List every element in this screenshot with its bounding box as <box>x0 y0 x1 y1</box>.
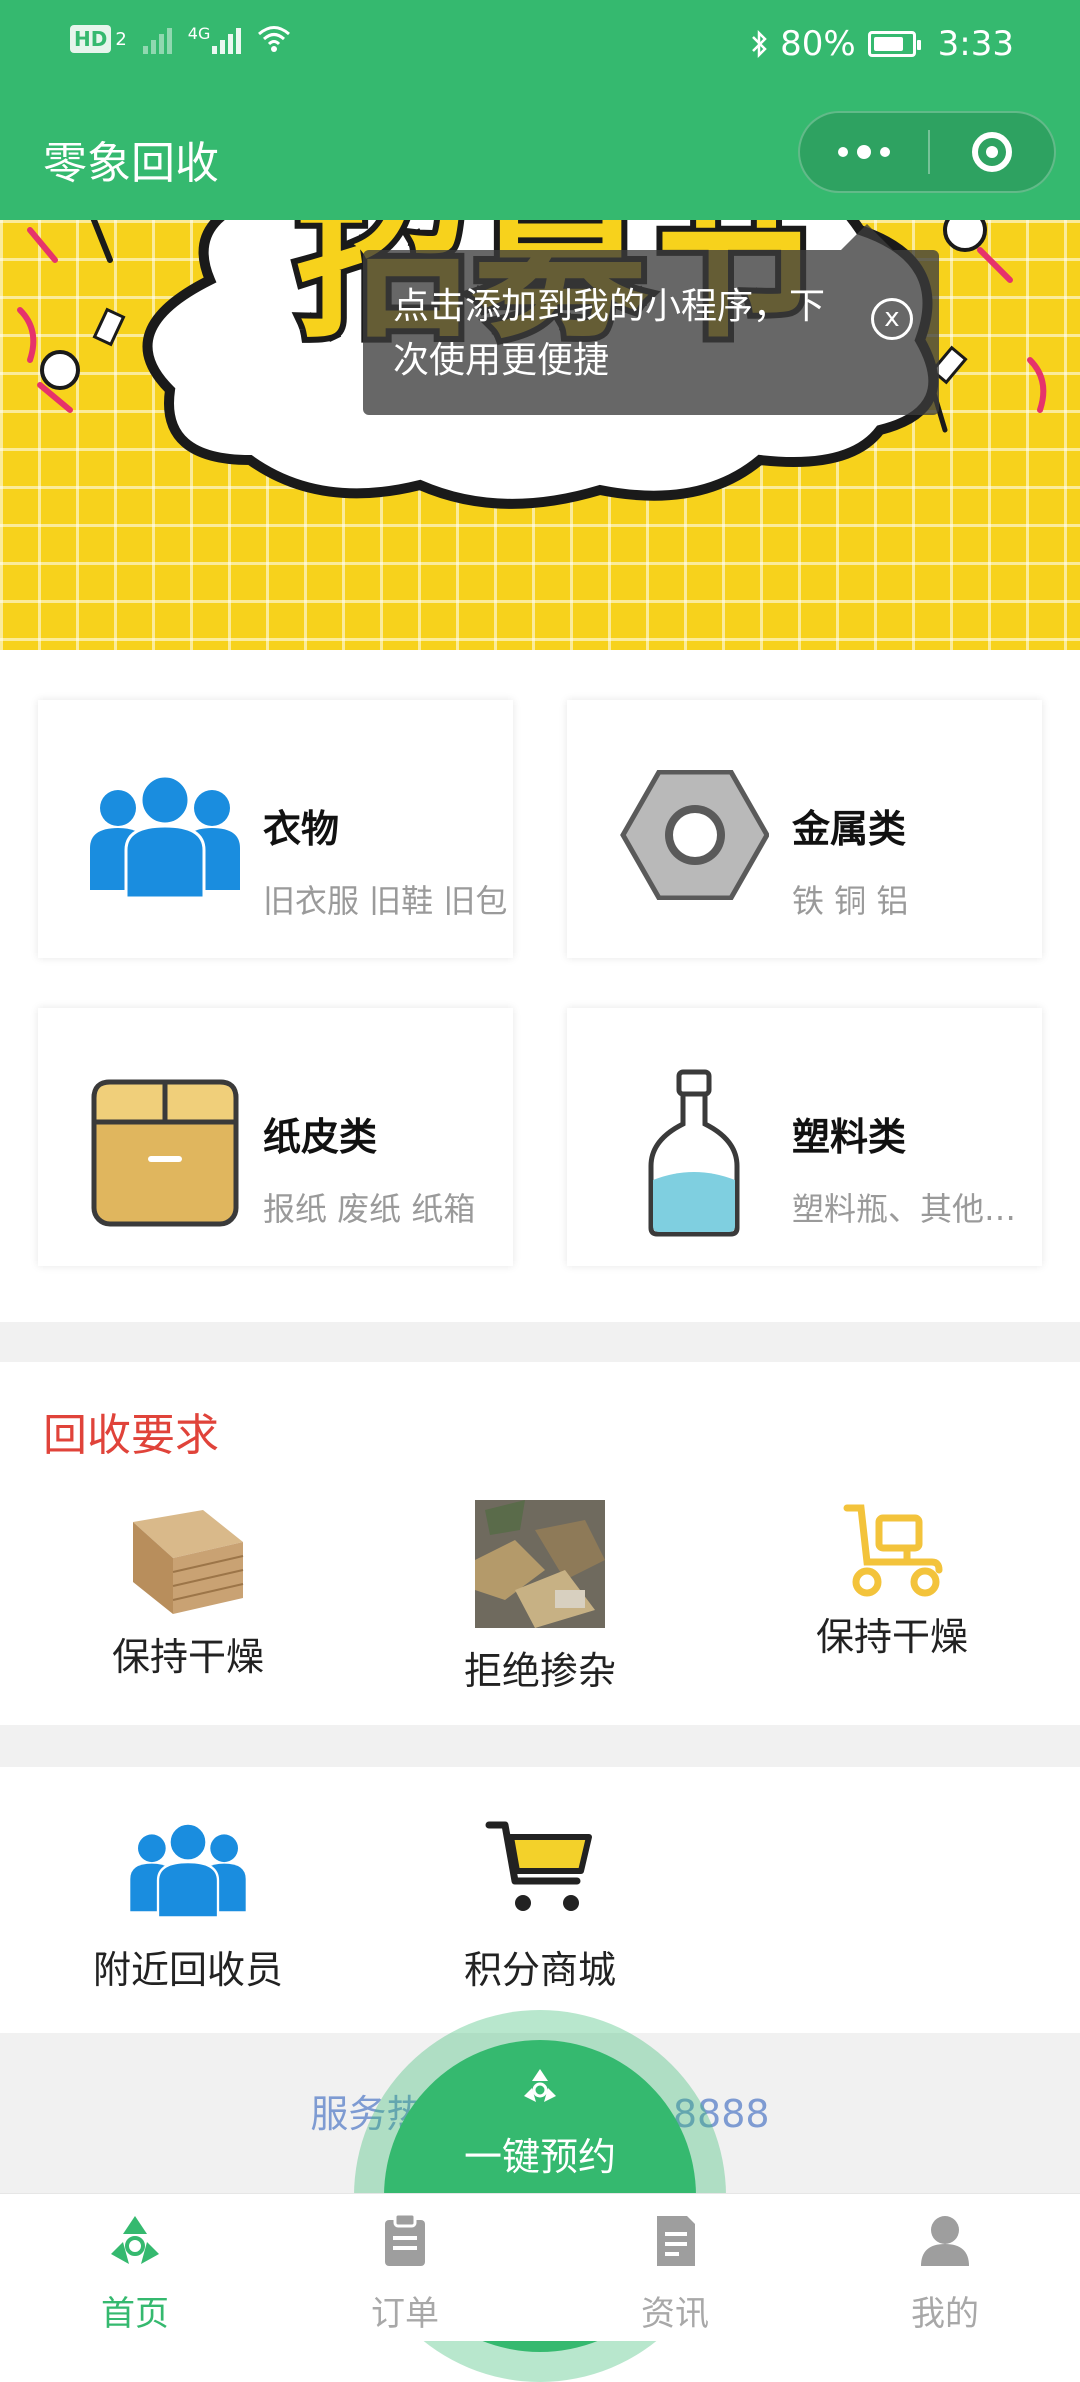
tool-shortcuts: 附近回收员 积分商城 <box>0 1767 1080 2033</box>
tooltip-close-button[interactable]: x <box>871 298 913 340</box>
battery-icon <box>867 31 921 57</box>
bottom-tab-bar: 首页 订单 资讯 我的 <box>0 2193 1080 2341</box>
sim-label: 2 <box>115 28 127 50</box>
cardboard-box-icon <box>91 1079 239 1227</box>
network-label: 4G <box>187 24 211 43</box>
section-divider <box>0 1725 1080 1767</box>
category-sub: 铁 铜 铝 <box>792 882 909 920</box>
section-heading: 回收要求 <box>43 1410 219 1461</box>
category-sub: 报纸 废纸 纸箱 <box>263 1190 476 1228</box>
tool-label: 附近回收员 <box>92 1948 283 1992</box>
points-mall-button[interactable]: 积分商城 <box>410 1819 670 1994</box>
bottle-icon <box>648 1069 740 1237</box>
requirement-item: 保持干燥 <box>742 1502 1042 1661</box>
status-bar: HD 2 4G 80% 3:33 <box>0 0 1080 95</box>
signal-icon-sim2 <box>212 24 242 54</box>
more-dots-icon[interactable] <box>800 113 928 191</box>
add-to-my-programs-tooltip: 点击添加到我的小程序，下 次使用更便捷 x <box>363 224 939 415</box>
requirement-label: 保持干燥 <box>815 1615 968 1659</box>
fab-label: 一键预约 <box>463 2135 616 2179</box>
user-icon <box>921 2216 969 2266</box>
tooltip-text-line1: 点击添加到我的小程序，下 <box>393 286 826 327</box>
hd-badge: HD <box>70 25 112 53</box>
delivery-scooter-icon <box>843 1504 943 1597</box>
category-name: 纸皮类 <box>263 1115 378 1159</box>
status-left: HD 2 4G <box>70 24 291 54</box>
bluetooth-icon <box>752 29 767 59</box>
tooltip-text-line2: 次使用更便捷 <box>393 340 610 381</box>
requirement-label: 保持干燥 <box>111 1635 264 1679</box>
mini-program-capsule <box>798 111 1056 193</box>
tool-label: 积分商城 <box>463 1948 616 1992</box>
cardboard-stack-image <box>133 1510 244 1614</box>
clock: 3:33 <box>937 24 1014 64</box>
shopping-cart-icon <box>485 1821 592 1911</box>
tab-orders[interactable]: 订单 <box>270 2194 540 2341</box>
nearby-collector-button[interactable]: 附近回收员 <box>58 1819 318 1994</box>
document-icon <box>657 2216 695 2266</box>
tooltip-arrow <box>841 224 893 250</box>
requirement-item: 拒绝掺杂 <box>390 1500 690 1695</box>
category-sub: 旧衣服 旧鞋 旧包 <box>263 882 508 920</box>
page-title: 零象回收 <box>43 138 219 189</box>
requirement-label: 拒绝掺杂 <box>463 1649 616 1693</box>
clipboard-icon <box>385 2212 425 2266</box>
category-sub: 塑料瓶、其他塑料 <box>792 1190 1037 1228</box>
tab-profile[interactable]: 我的 <box>810 2194 1080 2341</box>
category-card-paper[interactable]: 纸皮类 报纸 废纸 纸箱 <box>38 1008 513 1266</box>
tab-label: 资讯 <box>641 2294 709 2334</box>
people-icon <box>130 1822 246 1919</box>
category-grid: 衣物 旧衣服 旧鞋 旧包 金属类 铁 铜 铝 纸皮类 报纸 废纸 纸箱 塑料类 … <box>0 650 1080 1322</box>
wifi-icon <box>258 26 291 52</box>
signal-icon-sim1 <box>142 24 172 54</box>
people-icon <box>90 774 240 900</box>
battery-percent: 80% <box>780 24 856 64</box>
requirement-item: 保持干燥 <box>38 1502 338 1681</box>
category-name: 衣物 <box>263 807 340 851</box>
tab-label: 首页 <box>101 2294 169 2334</box>
target-circle-icon[interactable] <box>930 113 1054 191</box>
status-right: 80% 3:33 <box>750 24 1014 64</box>
tab-label: 我的 <box>911 2294 979 2334</box>
section-divider <box>0 1322 1080 1362</box>
recycle-icon <box>524 2069 556 2102</box>
hex-nut-icon <box>620 770 769 900</box>
battery-level <box>873 37 903 51</box>
category-card-metal[interactable]: 金属类 铁 铜 铝 <box>567 700 1042 958</box>
recycle-icon <box>111 2216 159 2264</box>
tab-news[interactable]: 资讯 <box>540 2194 810 2341</box>
recycling-requirements: 回收要求 保持干燥 拒绝掺杂 保持干燥 <box>0 1362 1080 1725</box>
category-name: 金属类 <box>792 807 907 851</box>
tab-home[interactable]: 首页 <box>0 2194 270 2341</box>
mixed-waste-image <box>475 1500 605 1628</box>
title-bar: 零象回收 <box>0 95 1080 220</box>
category-card-plastic[interactable]: 塑料类 塑料瓶、其他塑料 <box>567 1008 1042 1266</box>
category-name: 塑料类 <box>792 1115 907 1159</box>
tab-label: 订单 <box>371 2294 439 2334</box>
category-card-clothes[interactable]: 衣物 旧衣服 旧鞋 旧包 <box>38 700 513 958</box>
